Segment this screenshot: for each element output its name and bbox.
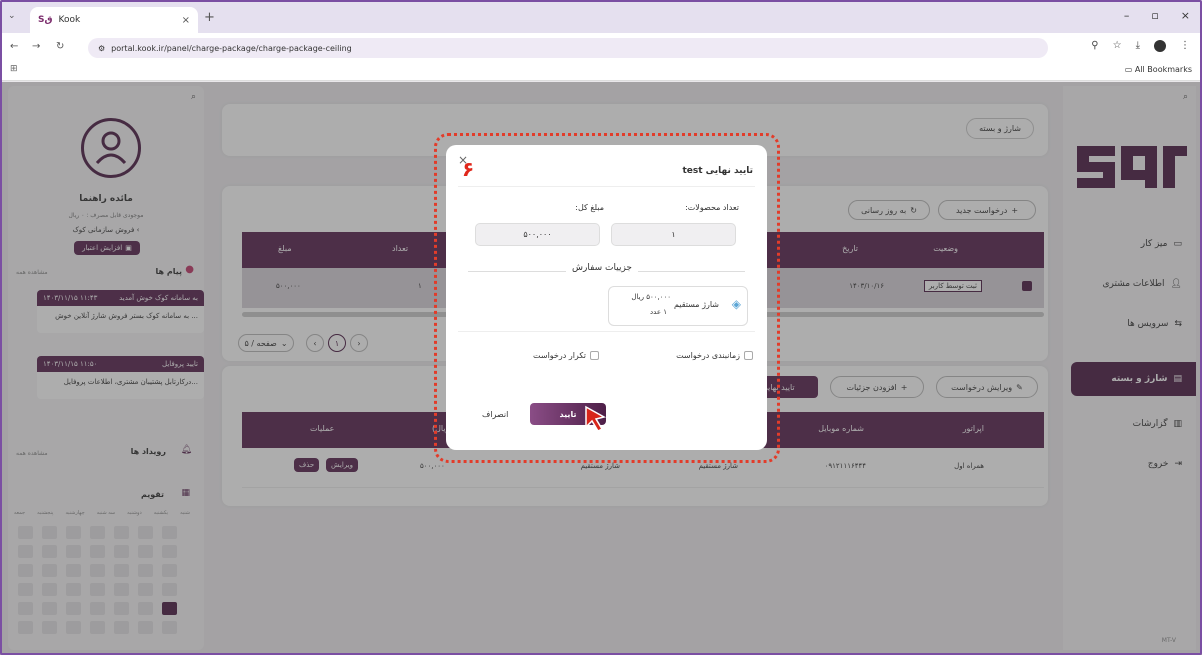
address-bar-row: ← → ↻ ⚙ portal.kook.ir/panel/charge-pack… <box>0 33 1202 61</box>
divider <box>458 331 755 332</box>
all-bookmarks[interactable]: ▭ All Bookmarks <box>1125 65 1192 74</box>
download-icon[interactable]: ⤓ <box>1136 40 1140 52</box>
repeat-option[interactable]: تکرار درخواست <box>533 351 599 360</box>
repeat-label: تکرار درخواست <box>533 351 586 360</box>
count-field: ۱ <box>611 223 736 246</box>
apps-icon[interactable]: ⊞ <box>10 64 18 74</box>
new-tab-icon[interactable]: + <box>204 10 215 25</box>
total-label: مبلغ کل: <box>575 203 604 212</box>
tab-title: Kook <box>58 15 81 25</box>
item-qty: ۱ عدد <box>650 308 667 316</box>
close-window-icon[interactable]: × <box>1181 9 1190 22</box>
all-bookmarks-label: All Bookmarks <box>1134 65 1192 74</box>
divider <box>458 186 755 187</box>
star-icon[interactable]: ☆ <box>1113 40 1122 52</box>
maximize-icon[interactable]: ▫ <box>1151 9 1158 22</box>
url-field[interactable]: ⚙ portal.kook.ir/panel/charge-package/ch… <box>88 38 1048 58</box>
cursor-icon <box>585 405 607 432</box>
confirm-dialog: × ۶ تایید نهایی test تعداد محصولات: مبلغ… <box>446 145 767 450</box>
step-badge: ۶ <box>462 157 475 181</box>
url-text: portal.kook.ir/panel/charge-package/char… <box>111 43 352 53</box>
kook-item-icon: ◈ <box>731 297 741 311</box>
browser-actions: ⚲ ☆ ⤓ ⋮ <box>1091 40 1190 52</box>
dialog-title: تایید نهایی test <box>682 166 753 176</box>
count-label: تعداد محصولات: <box>685 203 739 212</box>
window-controls: – ▫ × <box>1124 9 1190 22</box>
total-field: ۵۰۰,۰۰۰ <box>475 223 600 246</box>
order-item-card: ◈ شارژ مستقیم ۵۰۰,۰۰۰ ریال ۱ عدد <box>608 286 748 326</box>
site-info-icon[interactable]: ⚙ <box>98 44 105 53</box>
browser-tab-bar: ⌄ Sق Kook × + – ▫ × <box>0 0 1202 33</box>
section-title: جزییات سفارش <box>566 263 638 273</box>
schedule-checkbox[interactable] <box>744 351 753 360</box>
cancel-button[interactable]: انصراف <box>482 410 508 419</box>
schedule-option[interactable]: زمانبندی درخواست <box>676 351 753 360</box>
forward-icon[interactable]: → <box>32 41 40 52</box>
tab-favicon: Sق <box>38 15 53 25</box>
item-name: شارژ مستقیم <box>673 300 719 309</box>
tab-menu-icon[interactable]: ⌄ <box>8 11 16 21</box>
back-icon[interactable]: ← <box>10 41 18 52</box>
extension-icon[interactable]: ⚲ <box>1091 40 1098 52</box>
menu-icon[interactable]: ⋮ <box>1180 40 1190 52</box>
schedule-label: زمانبندی درخواست <box>676 351 740 360</box>
repeat-checkbox[interactable] <box>590 351 599 360</box>
bookmarks-bar: ⊞ ▭ All Bookmarks <box>0 61 1202 81</box>
profile-icon[interactable] <box>1154 40 1166 52</box>
browser-tab[interactable]: Sق Kook × <box>30 7 198 33</box>
minimize-icon[interactable]: – <box>1124 9 1130 22</box>
reload-icon[interactable]: ↻ <box>56 41 64 52</box>
item-price: ۵۰۰,۰۰۰ ریال <box>631 293 671 301</box>
close-tab-icon[interactable]: × <box>182 15 190 26</box>
